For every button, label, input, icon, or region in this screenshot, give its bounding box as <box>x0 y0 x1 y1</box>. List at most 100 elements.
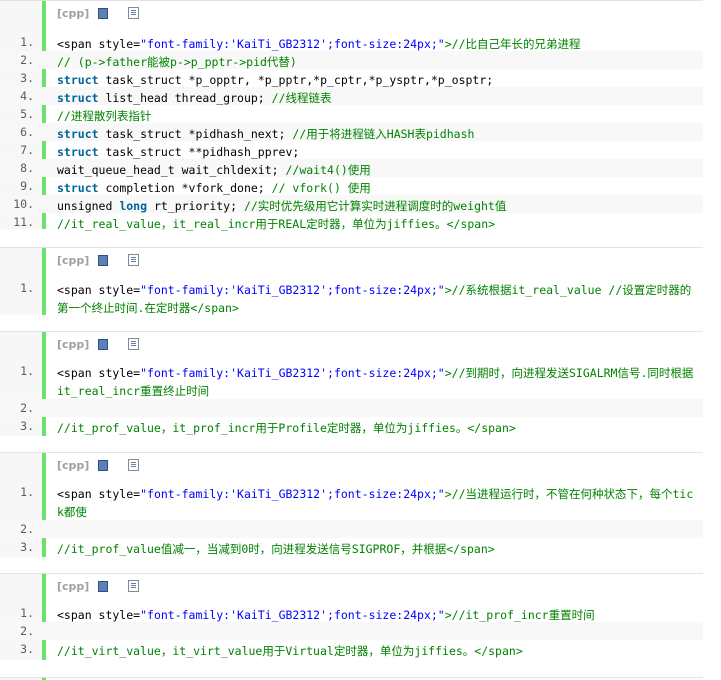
view-source-icon[interactable] <box>98 339 108 350</box>
code-text: <span style="font-family:'KaiTi_GB2312';… <box>57 364 697 400</box>
code-text: <span style="font-family:'KaiTi_GB2312';… <box>57 485 697 521</box>
code-line: 2. <box>0 399 703 417</box>
comment-token: //it_prof_value，it_prof_incr用于Profile定时器… <box>57 421 516 435</box>
comment-token: // vfork() 使用 <box>271 181 371 195</box>
code-line: 3. //it_prof_value，it_prof_incr用于Profile定… <box>0 417 703 435</box>
copy-icon[interactable] <box>128 338 139 350</box>
code-text: //it_virt_value，it_virt_value用于Virtual定时… <box>57 642 697 660</box>
language-label[interactable]: [cpp] <box>57 459 89 472</box>
line-number: 1. <box>20 35 34 49</box>
code-line: 10. unsigned long rt_priority; //实时优先级用它计… <box>0 195 703 213</box>
code-line: 7. struct task_struct **pidhash_pprev; <box>0 141 703 159</box>
comment-token: //it_virt_value，it_virt_value用于Virtual定时… <box>57 644 523 658</box>
string-token: "font-family:'KaiTi_GB2312';font-size:24… <box>140 366 445 380</box>
plain-token: completion *vfork_done; <box>98 181 272 195</box>
line-number: 1. <box>20 364 34 378</box>
code-line: 6. struct task_struct *pidhash_next; //用于… <box>0 123 703 141</box>
line-number: 2. <box>20 522 34 536</box>
plain-token: <span style= <box>57 487 141 501</box>
copy-icon[interactable] <box>128 459 139 471</box>
code-line: 8. wait_queue_head_t wait_chldexit; //wai… <box>0 159 703 177</box>
code-line: 1. <span style="font-family:'KaiTi_GB2312… <box>0 362 703 398</box>
code-text: //it_prof_value，it_prof_incr用于Profile定时器… <box>57 419 697 437</box>
copy-icon[interactable] <box>128 7 139 19</box>
plain-token: unsigned <box>57 199 120 213</box>
line-number: 3. <box>20 419 34 433</box>
line-number: 1. <box>20 281 34 295</box>
code-text: //it_real_value，it_real_incr用于REAL定时器，单位… <box>57 215 697 233</box>
code-line: 9. struct completion *vfork_done; // vfor… <box>0 177 703 195</box>
comment-token: //wait4()使用 <box>285 163 371 177</box>
string-token: "font-family:'KaiTi_GB2312';font-size:24… <box>140 283 445 297</box>
view-source-icon[interactable] <box>98 460 108 471</box>
code-line: 11. //it_real_value，it_real_incr用于REAL定时器… <box>0 213 703 231</box>
comment-token: //进程散列表指针 <box>57 109 152 123</box>
plain-token: wait_queue_head_t wait_chldexit; <box>57 163 286 177</box>
line-number: 7. <box>20 143 34 157</box>
code-line: 2. <box>0 622 703 640</box>
line-number: 2. <box>20 401 34 415</box>
plain-token: <span style= <box>57 366 141 380</box>
line-number: 1. <box>20 485 34 499</box>
plain-token: <span style= <box>57 283 141 297</box>
string-token: "font-family:'KaiTi_GB2312';font-size:24… <box>140 487 445 501</box>
plain-token: list_head thread_group; <box>98 91 272 105</box>
code-text: <span style="font-family:'KaiTi_GB2312';… <box>57 281 697 317</box>
code-line: 5. //进程散列表指针 <box>0 105 703 123</box>
keyword-token: long <box>119 199 148 213</box>
code-line: 1. <span style="font-family:'KaiTi_GB2312… <box>0 604 703 622</box>
comment-token: //用于将进程链入HASH表pidhash <box>292 127 475 141</box>
code-line: 2. <box>0 520 703 538</box>
string-token: "font-family:'KaiTi_GB2312';font-size:24… <box>140 37 445 51</box>
keyword-token: struct <box>57 181 99 195</box>
line-number: 4. <box>20 89 34 103</box>
comment-token: //it_prof_value值减一，当减到0时，向进程发送信号SIGPROF，… <box>57 542 495 556</box>
language-label[interactable]: [cpp] <box>57 338 89 351</box>
code-line: 3. struct task_struct *p_opptr, *p_pptr,*… <box>0 69 703 87</box>
code-text: //it_prof_value值减一，当减到0时，向进程发送信号SIGPROF，… <box>57 540 697 558</box>
code-line: 1. <span style="font-family:'KaiTi_GB2312… <box>0 279 703 315</box>
language-label[interactable]: [cpp] <box>57 7 89 20</box>
keyword-token: struct <box>57 73 99 87</box>
line-number: 2. <box>20 624 34 638</box>
keyword-token: struct <box>57 91 99 105</box>
keyword-token: struct <box>57 145 99 159</box>
plain-token: rt_priority; <box>147 199 244 213</box>
language-label[interactable]: [cpp] <box>57 580 89 593</box>
plain-token: task_struct *p_opptr, *p_pptr,*p_cptr,*p… <box>98 73 494 87</box>
line-number: 5. <box>20 107 34 121</box>
line-number: 9. <box>20 179 34 193</box>
view-source-icon[interactable] <box>98 581 108 592</box>
code-line: 1. <span style="font-family:'KaiTi_GB2312… <box>0 33 703 51</box>
code-line: 1. <span style="font-family:'KaiTi_GB2312… <box>0 483 703 519</box>
keyword-token: struct <box>57 127 99 141</box>
comment-token: //实时优先级用它计算实时进程调度时的weight值 <box>243 199 507 213</box>
comment-token: // (p->father能被p->p_pptr->pid代替) <box>57 55 297 69</box>
code-line: 3. //it_prof_value值减一，当减到0时，向进程发送信号SIGPRO… <box>0 538 703 556</box>
code-line: 4. struct list_head thread_group; //线程链表 <box>0 87 703 105</box>
line-number: 1. <box>20 606 34 620</box>
copy-icon[interactable] <box>128 254 139 266</box>
code-line: 2. // (p->father能被p->p_pptr->pid代替) <box>0 51 703 69</box>
comment-token: //it_real_value，it_real_incr用于REAL定时器，单位… <box>57 217 496 231</box>
line-number: 3. <box>20 540 34 554</box>
line-number: 11. <box>13 215 34 229</box>
plain-token: <span style= <box>57 608 141 622</box>
comment-token: >//it_prof_incr重置时间 <box>444 608 595 622</box>
line-number: 2. <box>20 53 34 67</box>
line-number: 3. <box>20 71 34 85</box>
string-token: "font-family:'KaiTi_GB2312';font-size:24… <box>140 608 445 622</box>
language-label[interactable]: [cpp] <box>57 254 89 267</box>
comment-token: >//比自己年长的兄弟进程 <box>444 37 581 51</box>
copy-icon[interactable] <box>128 580 139 592</box>
view-source-icon[interactable] <box>98 8 108 19</box>
plain-token: task_struct **pidhash_pprev; <box>98 145 300 159</box>
line-number: 8. <box>20 161 34 175</box>
line-number: 3. <box>20 642 34 656</box>
line-number: 10. <box>13 197 34 211</box>
code-line: 3. //it_virt_value，it_virt_value用于Virtual… <box>0 640 703 658</box>
view-source-icon[interactable] <box>98 255 108 266</box>
comment-token: //线程链表 <box>271 91 332 105</box>
line-number: 6. <box>20 125 34 139</box>
plain-token: <span style= <box>57 37 141 51</box>
